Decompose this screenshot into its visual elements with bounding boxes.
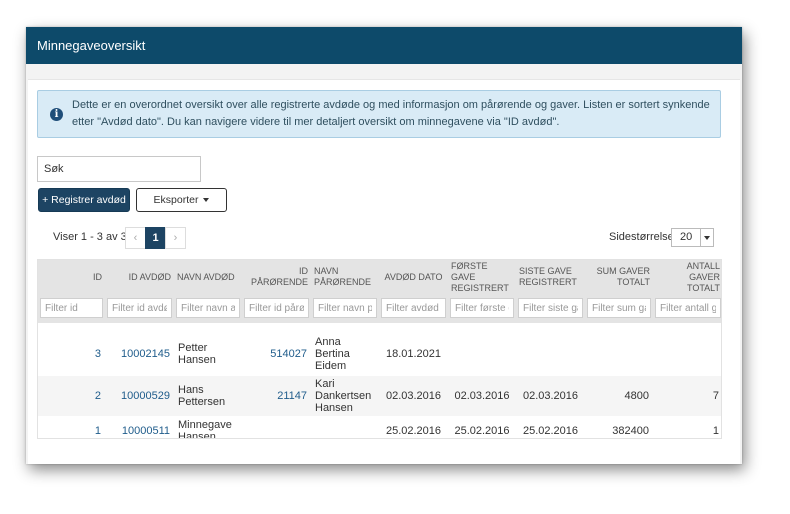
- cell-sum-gaver: 382400: [612, 425, 649, 437]
- cell-siste-gave: 25.02.2016: [522, 425, 579, 437]
- info-circle-icon: i: [50, 108, 63, 121]
- window: Minnegaveoversikt i Dette er en overordn…: [26, 27, 742, 464]
- window-title: Minnegaveoversikt: [26, 27, 742, 64]
- info-text: Dette er en overordnet oversikt over all…: [72, 99, 710, 128]
- table-row: 2 10000529 Hans Pettersen 21147 Kari Dan…: [38, 376, 721, 416]
- cell-id-parorende: [242, 416, 311, 438]
- cell-navn-parorende: [311, 416, 379, 438]
- cell-id-avdod-link[interactable]: 10002145: [105, 332, 174, 376]
- filter-id-avdod-input[interactable]: [107, 298, 172, 318]
- cell-navn-avdod: Hans Pettersen: [174, 376, 242, 416]
- cell-navn-parorende: Anna Bertina Eidem: [315, 336, 350, 372]
- cell-siste-gave: [516, 332, 585, 376]
- table-spacer: [38, 323, 721, 332]
- cell-sum-gaver: 4800: [585, 376, 653, 416]
- cell-id: 1: [94, 425, 101, 437]
- cell-forste-gave: 25.02.2016: [454, 425, 510, 437]
- cell-forste-gave: [448, 332, 516, 376]
- info-alert: i Dette er en overordnet oversikt over a…: [37, 90, 721, 138]
- cell-id-parorende: 21147: [242, 376, 311, 416]
- filter-navn-avdod-input[interactable]: [176, 298, 240, 318]
- cell-id-parorende: 514027: [270, 348, 307, 360]
- filter-id-parorende-input[interactable]: [244, 298, 309, 318]
- page-1-button[interactable]: 1: [145, 227, 166, 249]
- cell-avdod-dato: 25.02.2016: [385, 425, 442, 437]
- filter-navn-parorende-input[interactable]: [313, 298, 377, 318]
- cell-navn-avdod: Minnegave Hansen: [178, 419, 232, 439]
- page-size-label: Sidestørrelse:: [609, 231, 677, 243]
- cell-id-avdod-link[interactable]: 10000529: [105, 376, 174, 416]
- cell-navn-avdod: Petter Hansen: [178, 342, 216, 366]
- cell-sum-gaver: [585, 332, 653, 376]
- col-header-id-avdod[interactable]: ID AVDØD: [105, 260, 174, 294]
- page-size-value: 20: [680, 231, 693, 243]
- export-label: Eksporter: [153, 194, 199, 206]
- cell-antall-gaver: 7: [653, 376, 721, 416]
- filter-sum-gaver-input[interactable]: [587, 298, 651, 318]
- caret-down-icon: [203, 198, 210, 203]
- prev-page-button[interactable]: ‹: [125, 227, 146, 249]
- table-row: 1 10000511 Minnegave Hansen 25.02.2016 2…: [38, 416, 721, 439]
- pagination-summary: Viser 1 - 3 av 3: [53, 231, 127, 243]
- page-size-select[interactable]: 20: [671, 228, 714, 247]
- cell-id: 2: [38, 376, 105, 416]
- filter-id-input[interactable]: [40, 298, 103, 318]
- cell-avdod-dato: 02.03.2016: [379, 376, 448, 416]
- col-header-navn-avdod[interactable]: NAVN AVDØD: [174, 260, 242, 294]
- search-input[interactable]: [37, 156, 201, 182]
- cell-antall-gaver: 1: [712, 425, 719, 437]
- cell-antall-gaver: [653, 332, 721, 376]
- filter-avdod-dato-input[interactable]: [381, 298, 446, 318]
- export-dropdown-button[interactable]: Eksporter: [136, 188, 227, 212]
- col-header-antall-gaver[interactable]: ANTALL GAVER TOTALT: [653, 260, 721, 294]
- cell-id-avdod-link[interactable]: 10000511: [105, 416, 174, 438]
- cell-id: 3: [94, 348, 101, 360]
- table-header-row: ID ID AVDØD NAVN AVDØD ID PÅRØRENDE NAVN…: [38, 260, 721, 294]
- filter-forste-gave-input[interactable]: [450, 298, 514, 318]
- filter-siste-gave-input[interactable]: [518, 298, 583, 318]
- table-row: 3 10002145 Petter Hansen 514027 Anna Ber…: [38, 332, 721, 376]
- next-page-button[interactable]: ›: [165, 227, 186, 249]
- col-header-sum-gaver[interactable]: SUM GAVER TOTALT: [585, 260, 653, 294]
- cell-siste-gave: 02.03.2016: [516, 376, 585, 416]
- col-header-avdod-dato[interactable]: AVDØD DATO: [379, 260, 448, 294]
- pagination: ‹ 1 ›: [125, 227, 186, 249]
- register-deceased-button[interactable]: + Registrer avdød: [38, 188, 130, 212]
- col-header-id-parorende[interactable]: ID PÅRØRENDE: [242, 260, 311, 294]
- filter-antall-gaver-input[interactable]: [655, 298, 721, 318]
- col-header-navn-parorende[interactable]: NAVN PÅRØRENDE: [311, 260, 379, 294]
- table-filter-row: [38, 294, 721, 323]
- chevron-down-icon[interactable]: [700, 229, 713, 246]
- deceased-table: ID ID AVDØD NAVN AVDØD ID PÅRØRENDE NAVN…: [37, 259, 722, 439]
- cell-avdod-dato: 18.01.2021: [385, 348, 442, 360]
- col-header-id[interactable]: ID: [38, 260, 105, 294]
- col-header-siste-gave[interactable]: SISTE GAVE REGISTRERT: [516, 260, 585, 294]
- cell-navn-parorende: Kari Dankertsen Hansen: [311, 376, 379, 416]
- col-header-forste-gave[interactable]: FØRSTE GAVE REGISTRERT: [448, 260, 516, 294]
- cell-forste-gave: 02.03.2016: [448, 376, 516, 416]
